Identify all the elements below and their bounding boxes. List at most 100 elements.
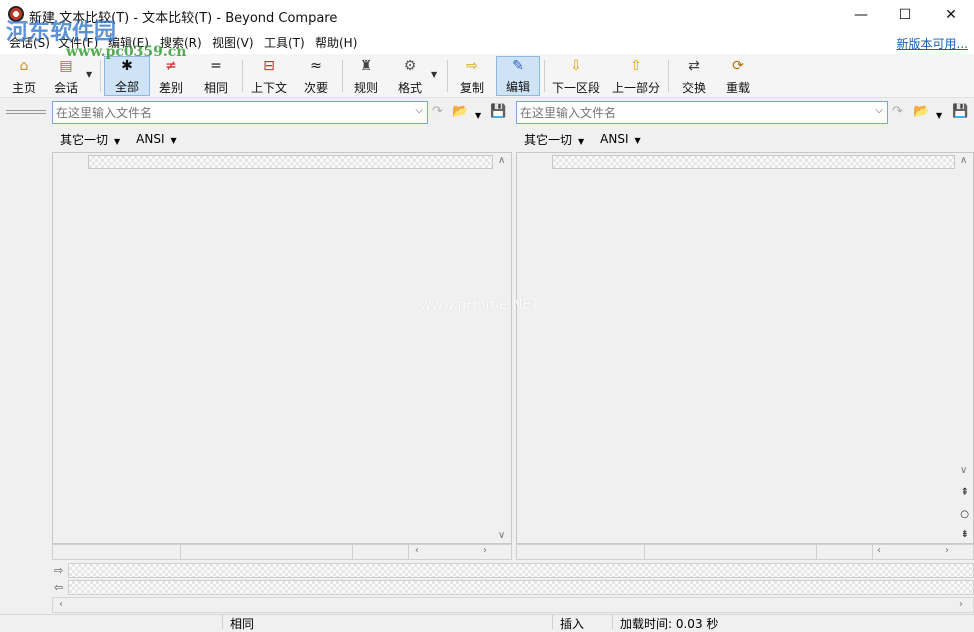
home-icon: ⌂: [19, 58, 29, 74]
scroll-up-icon[interactable]: ∧: [960, 155, 967, 166]
right-encoding-menu-label: 其它一切: [524, 132, 573, 147]
right-editor-pane[interactable]: ∧ ∨ ⇞ ○ ⇟: [516, 152, 974, 544]
prev-section-button[interactable]: ⇧ 上一部分: [610, 56, 662, 96]
pane-splitter-handle[interactable]: [6, 110, 46, 114]
home-button[interactable]: ⌂ 主页: [6, 56, 42, 96]
chevron-down-icon[interactable]: ⌵: [415, 105, 423, 116]
left-status-cell: [53, 545, 181, 559]
menu-view[interactable]: 视图(V): [212, 34, 254, 51]
right-detail-arrow-icon: ⇦: [54, 581, 64, 594]
rules-button[interactable]: ♜ 规则: [348, 56, 384, 96]
menu-tools[interactable]: 工具(T): [264, 34, 305, 51]
minor-button[interactable]: ≈ 次要: [298, 56, 334, 96]
scroll-right-icon[interactable]: ›: [483, 545, 487, 556]
context-label: 上下文: [250, 81, 287, 95]
left-pane-status-row: ‹ ›: [52, 544, 512, 560]
context-button[interactable]: ⊟ 上下文: [248, 56, 290, 96]
close-button[interactable]: ✕: [928, 0, 974, 30]
format-label: 格式: [397, 81, 422, 95]
right-charset[interactable]: ANSI ▼: [600, 132, 641, 146]
status-divider: [612, 615, 613, 629]
scroll-up-icon[interactable]: ∧: [498, 155, 505, 166]
right-path-box[interactable]: ⌵: [516, 101, 888, 124]
detail-horizontal-scrollbar[interactable]: ‹ ›: [52, 597, 974, 613]
view-same-button[interactable]: = 相同: [198, 56, 234, 96]
left-save-icon[interactable]: 💾: [490, 103, 506, 121]
right-folder-dropdown-icon[interactable]: ▼: [936, 107, 942, 125]
session-dropdown-arrow[interactable]: ▼: [86, 70, 92, 79]
left-column-ruler: [88, 155, 493, 169]
menu-help[interactable]: 帮助(H): [315, 34, 357, 51]
left-path-input[interactable]: [56, 105, 427, 120]
reload-icon: ⟳: [732, 58, 744, 74]
scroll-down-icon[interactable]: ∨: [960, 465, 967, 476]
scroll-right-icon[interactable]: ›: [959, 599, 963, 610]
status-compare-state: 相同: [230, 617, 255, 631]
minimize-button[interactable]: —: [838, 0, 884, 30]
right-vertical-scrollbar[interactable]: ∧ ∨: [957, 153, 973, 543]
prev-section-label: 上一部分: [611, 81, 660, 95]
right-encoding-menu[interactable]: 其它一切 ▼: [524, 131, 584, 148]
view-diffs-button[interactable]: ≠ 差别: [152, 56, 190, 96]
right-path-input[interactable]: [520, 105, 887, 120]
new-version-link[interactable]: 新版本可用...: [897, 35, 968, 52]
swap-button[interactable]: ⇄ 交换: [676, 56, 712, 96]
scroll-down-icon[interactable]: ∨: [498, 530, 505, 541]
context-icon: ⊟: [263, 58, 275, 74]
view-diffs-label: 差别: [158, 81, 183, 95]
left-editor-pane[interactable]: ∧ ∨: [52, 152, 512, 544]
right-history-arrow-icon[interactable]: ↷: [892, 103, 903, 121]
referee-icon: ♜: [359, 58, 373, 74]
toolbar-separator: [242, 60, 243, 92]
prev-section-icon: ⇧: [630, 58, 642, 74]
copy-arrow-icon: ⇨: [466, 58, 478, 74]
left-charset-label: ANSI: [136, 132, 165, 146]
left-vertical-scrollbar[interactable]: ∧ ∨: [495, 153, 511, 543]
scroll-right-icon[interactable]: ›: [945, 545, 949, 556]
right-info-bar: 其它一切 ▼ ANSI ▼: [524, 130, 641, 148]
format-dropdown-arrow[interactable]: ▼: [431, 70, 437, 79]
left-status-cell: [181, 545, 353, 559]
reload-button[interactable]: ⟳ 重载: [720, 56, 756, 96]
status-divider: [552, 615, 553, 629]
status-bar: 相同 插入 加载时间: 0.03 秒: [0, 614, 974, 631]
right-charset-label: ANSI: [600, 132, 629, 146]
scroll-left-icon[interactable]: ‹: [59, 599, 63, 610]
chevron-down-icon[interactable]: ⌵: [875, 105, 883, 116]
current-diff-icon[interactable]: ○: [960, 509, 969, 520]
rules-label: 规则: [353, 81, 378, 95]
left-folder-dropdown-icon[interactable]: ▼: [475, 107, 481, 125]
scroll-left-icon[interactable]: ‹: [877, 545, 881, 556]
right-column-ruler: [552, 155, 955, 169]
right-pane-status-row: ‹ ›: [516, 544, 974, 560]
last-diff-icon[interactable]: ⇟: [961, 529, 969, 540]
toolbar-separator: [447, 60, 448, 92]
left-open-folder-icon[interactable]: 📂: [452, 103, 468, 121]
toolbar-separator: [544, 60, 545, 92]
maximize-button[interactable]: ☐: [882, 0, 928, 30]
first-diff-icon[interactable]: ⇞: [961, 487, 969, 498]
edit-button[interactable]: ✎ 编辑: [496, 56, 540, 96]
left-history-arrow-icon[interactable]: ↷: [432, 103, 443, 121]
view-all-button[interactable]: ✱ 全部: [104, 56, 150, 96]
copy-button[interactable]: ⇨ 复制: [454, 56, 490, 96]
watermark-logo: 河东软件园: [6, 19, 117, 45]
session-label: 会话: [53, 81, 78, 95]
right-open-folder-icon[interactable]: 📂: [913, 103, 929, 121]
status-load-time: 加载时间: 0.03 秒: [620, 617, 719, 631]
next-section-icon: ⇩: [570, 58, 582, 74]
next-section-button[interactable]: ⇩ 下一区段: [550, 56, 602, 96]
toolbar-separator: [668, 60, 669, 92]
right-status-cell: [817, 545, 873, 559]
session-button[interactable]: ▤ 会话: [48, 56, 84, 96]
format-button[interactable]: ⚙ 格式: [392, 56, 428, 96]
left-path-box[interactable]: ⌵: [52, 101, 428, 124]
reload-label: 重载: [725, 81, 750, 95]
swap-icon: ⇄: [688, 58, 700, 74]
scroll-left-icon[interactable]: ‹: [415, 545, 419, 556]
status-edit-mode: 插入: [560, 617, 585, 631]
left-encoding-menu[interactable]: 其它一切 ▼: [60, 131, 120, 148]
right-save-icon[interactable]: 💾: [952, 103, 968, 121]
left-charset[interactable]: ANSI ▼: [136, 132, 177, 146]
status-divider: [222, 615, 223, 629]
